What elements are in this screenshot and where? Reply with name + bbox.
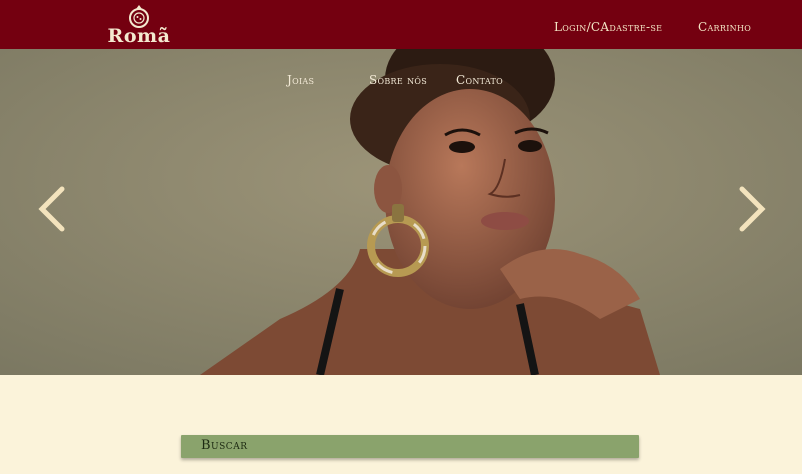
search-label: Buscar — [201, 438, 248, 453]
cart-link[interactable]: Carrinho — [698, 20, 751, 34]
nav-item-joias[interactable]: Joias — [287, 73, 314, 87]
top-header: Romã Login/CAdastre-se Carrinho — [0, 0, 802, 49]
login-signup-link[interactable]: Login/CAdastre-se — [554, 20, 662, 34]
nav-item-contato[interactable]: Contato — [456, 73, 503, 87]
carousel-prev-button[interactable] — [34, 185, 68, 233]
logo-text: Romã — [107, 25, 171, 47]
nav-item-sobre-nos[interactable]: Sobre nós — [369, 73, 427, 87]
hero-image — [0, 49, 802, 375]
chevron-left-icon — [38, 186, 65, 232]
search-bar[interactable]: Buscar — [181, 435, 639, 458]
chevron-right-icon — [739, 186, 766, 232]
logo[interactable]: Romã — [104, 3, 174, 47]
carousel-next-button[interactable] — [736, 185, 770, 233]
hero-carousel — [0, 49, 802, 375]
